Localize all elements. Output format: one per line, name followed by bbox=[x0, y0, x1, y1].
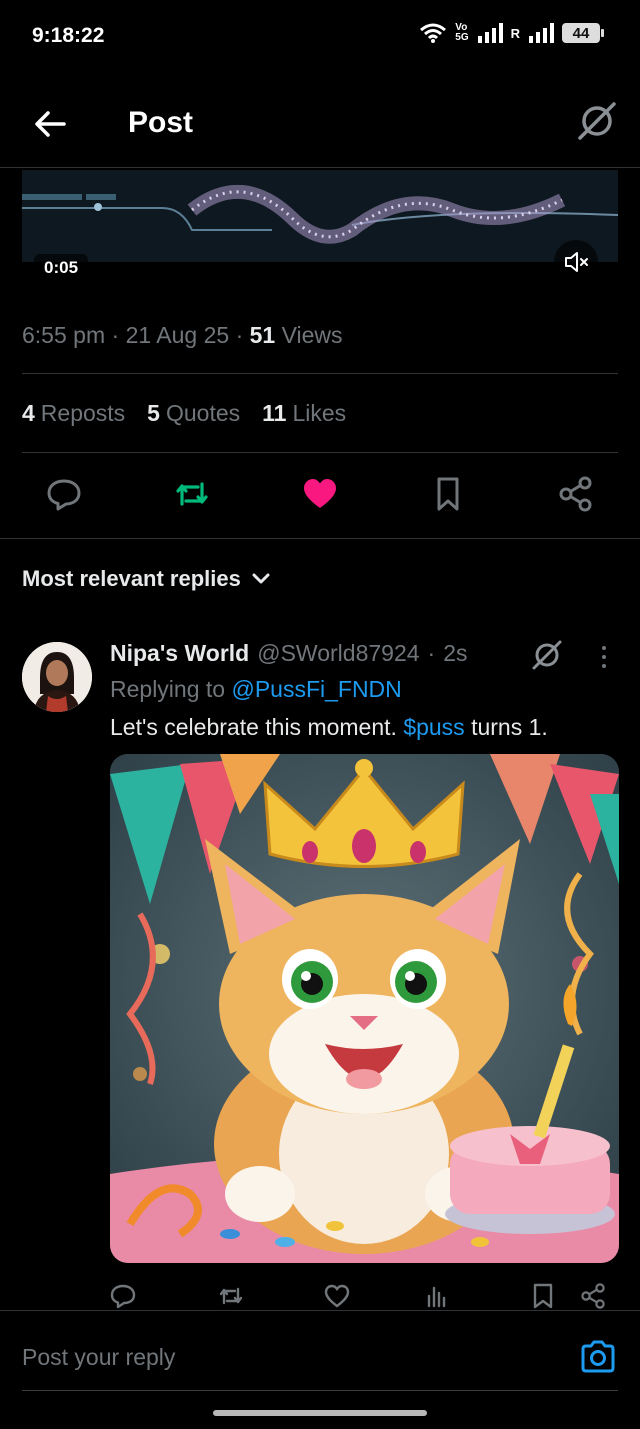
reply-composer: Post your reply bbox=[0, 1310, 640, 1390]
quotes-count: 5 bbox=[147, 400, 160, 426]
wifi-icon bbox=[420, 23, 447, 43]
back-arrow-icon bbox=[35, 111, 66, 137]
status-icons: Vo 5G R 44 bbox=[419, 22, 604, 44]
more-options-button[interactable] bbox=[594, 640, 614, 674]
cat-birthday-illustration bbox=[110, 754, 619, 1263]
reposts-label: Reposts bbox=[40, 400, 126, 426]
reply-reply-button[interactable] bbox=[108, 1281, 138, 1311]
reply-author-name[interactable]: Nipa's World bbox=[110, 640, 249, 667]
like-button[interactable] bbox=[300, 474, 340, 514]
separator: · bbox=[427, 640, 436, 666]
divider bbox=[22, 373, 618, 374]
repost-icon bbox=[219, 1287, 243, 1305]
video-graphic bbox=[22, 170, 618, 262]
reply-bookmark-button[interactable] bbox=[528, 1281, 558, 1311]
replying-to: Replying to @PussFi_FNDN bbox=[110, 676, 402, 703]
reply-grok-button[interactable] bbox=[530, 638, 564, 672]
roaming-label: R bbox=[510, 25, 520, 41]
network-type: Vo 5G bbox=[455, 23, 468, 43]
camera-icon bbox=[581, 1340, 615, 1373]
grok-icon bbox=[578, 102, 616, 140]
share-icon bbox=[559, 476, 592, 512]
home-indicator[interactable] bbox=[213, 1410, 427, 1416]
post-meta: 6:55 pm · 21 Aug 25 · 51 Views bbox=[22, 322, 343, 349]
reply-text: Let's celebrate this moment. $puss turns… bbox=[110, 714, 548, 741]
reply-share-button[interactable] bbox=[578, 1281, 608, 1311]
repost-button[interactable] bbox=[172, 474, 212, 514]
repost-icon bbox=[176, 482, 208, 506]
status-bar: 9:18:22 Vo 5G R 44 bbox=[0, 0, 640, 72]
composer-underline bbox=[22, 1390, 618, 1391]
video-player[interactable]: 0:05 bbox=[22, 170, 618, 300]
reply-views-button[interactable] bbox=[422, 1281, 452, 1311]
reposts-count: 4 bbox=[22, 400, 35, 426]
back-button[interactable] bbox=[30, 104, 70, 144]
dot bbox=[602, 646, 606, 650]
views-label: Views bbox=[281, 322, 343, 348]
header: Post bbox=[0, 78, 640, 168]
post-actions bbox=[0, 470, 640, 520]
chevron-down-icon bbox=[252, 573, 270, 584]
reply-icon bbox=[47, 479, 81, 511]
reply-timestamp: 2s bbox=[443, 640, 468, 666]
reply-author-handle[interactable]: @SWorld87924 bbox=[257, 640, 419, 667]
reply-repost-button[interactable] bbox=[216, 1281, 246, 1311]
section-divider bbox=[0, 538, 640, 539]
video-frame bbox=[22, 170, 618, 262]
divider bbox=[22, 452, 618, 453]
page-title: Post bbox=[128, 106, 194, 139]
reposts-stat[interactable]: 4 Reposts bbox=[22, 400, 125, 427]
quotes-stat[interactable]: 5 Quotes bbox=[147, 400, 240, 427]
reply-sort-dropdown[interactable]: Most relevant replies bbox=[22, 566, 271, 592]
cashtag-link[interactable]: $puss bbox=[403, 714, 464, 740]
reply-button[interactable] bbox=[44, 474, 84, 514]
grok-icon bbox=[532, 640, 562, 670]
camera-button[interactable] bbox=[580, 1339, 616, 1375]
separator: · bbox=[111, 322, 120, 348]
dot bbox=[602, 664, 606, 668]
bookmark-icon bbox=[533, 1283, 553, 1309]
separator: · bbox=[235, 322, 244, 348]
likes-count: 11 bbox=[262, 400, 287, 426]
network-bottom: 5G bbox=[455, 32, 469, 43]
post-date: 21 Aug 25 bbox=[125, 322, 230, 348]
status-time: 9:18:22 bbox=[32, 24, 105, 47]
volume-muted-icon bbox=[565, 252, 588, 272]
likes-label: Likes bbox=[292, 400, 347, 426]
share-icon bbox=[581, 1283, 605, 1309]
replying-to-link[interactable]: @PussFi_FNDN bbox=[231, 676, 401, 702]
reply-icon bbox=[110, 1284, 136, 1309]
views-icon bbox=[427, 1286, 446, 1308]
reply-like-button[interactable] bbox=[322, 1281, 352, 1311]
post-stats: 4 Reposts 5 Quotes 11 Likes bbox=[22, 400, 346, 427]
bookmark-icon bbox=[437, 477, 459, 511]
quotes-label: Quotes bbox=[165, 400, 241, 426]
reply-header: Nipa's World @SWorld87924 · 2s bbox=[110, 640, 468, 667]
signal-icon bbox=[477, 23, 503, 43]
signal-icon bbox=[529, 23, 554, 43]
avatar-portrait bbox=[22, 642, 92, 712]
like-icon bbox=[304, 479, 336, 508]
replying-prefix: Replying to bbox=[110, 676, 226, 702]
video-duration: 0:05 bbox=[34, 254, 89, 282]
reply-input[interactable]: Post your reply bbox=[22, 1344, 175, 1371]
avatar[interactable] bbox=[22, 642, 92, 712]
grok-button[interactable] bbox=[576, 100, 618, 142]
bookmark-button[interactable] bbox=[428, 474, 468, 514]
mute-button[interactable] bbox=[554, 240, 598, 284]
views-count: 51 bbox=[249, 322, 276, 348]
like-icon bbox=[324, 1284, 350, 1308]
sort-label: Most relevant replies bbox=[22, 566, 241, 591]
dot bbox=[602, 655, 606, 659]
reply-image[interactable] bbox=[110, 754, 619, 1263]
post-time: 6:55 pm bbox=[22, 322, 106, 348]
reply-text-after: turns 1. bbox=[471, 714, 548, 740]
share-button[interactable] bbox=[556, 474, 596, 514]
likes-stat[interactable]: 11 Likes bbox=[262, 400, 346, 427]
battery-icon: 44 bbox=[562, 23, 604, 43]
reply-text-before: Let's celebrate this moment. bbox=[110, 714, 397, 740]
